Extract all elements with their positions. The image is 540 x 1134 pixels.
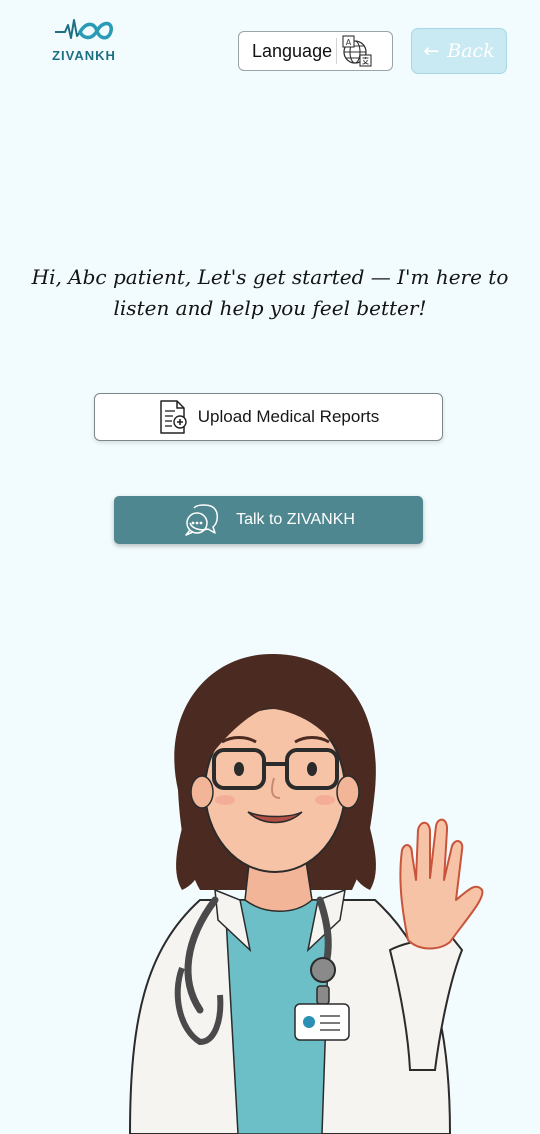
app-logo: ZIVANKH: [44, 16, 124, 68]
greeting-line-1: Hi, Abc patient, Let's get started — I'm…: [31, 265, 509, 289]
svg-text:A: A: [346, 38, 352, 47]
greeting-message: Hi, Abc patient, Let's get started — I'm…: [20, 262, 520, 324]
chat-bubble-icon: [182, 502, 220, 538]
back-label: Back: [447, 40, 495, 62]
language-label: Language: [252, 40, 333, 61]
talk-to-zivankh-button[interactable]: Talk to ZIVANKH: [114, 496, 423, 544]
infinity-heartbeat-icon: [55, 19, 113, 40]
talk-label: Talk to ZIVANKH: [236, 511, 355, 528]
medical-document-icon: [158, 399, 188, 435]
greeting-line-2: listen and help you feel better!: [113, 296, 427, 320]
logo-text: ZIVANKH: [52, 48, 116, 63]
upload-medical-reports-button[interactable]: Upload Medical Reports: [94, 393, 443, 441]
language-button[interactable]: Language A: [238, 31, 393, 71]
doctor-illustration: [128, 653, 484, 1134]
back-button[interactable]: ← Back: [411, 28, 507, 74]
divider: [336, 38, 338, 64]
translate-icon: A: [340, 35, 374, 67]
back-arrow-icon: ←: [423, 40, 440, 62]
upload-label: Upload Medical Reports: [197, 407, 380, 426]
